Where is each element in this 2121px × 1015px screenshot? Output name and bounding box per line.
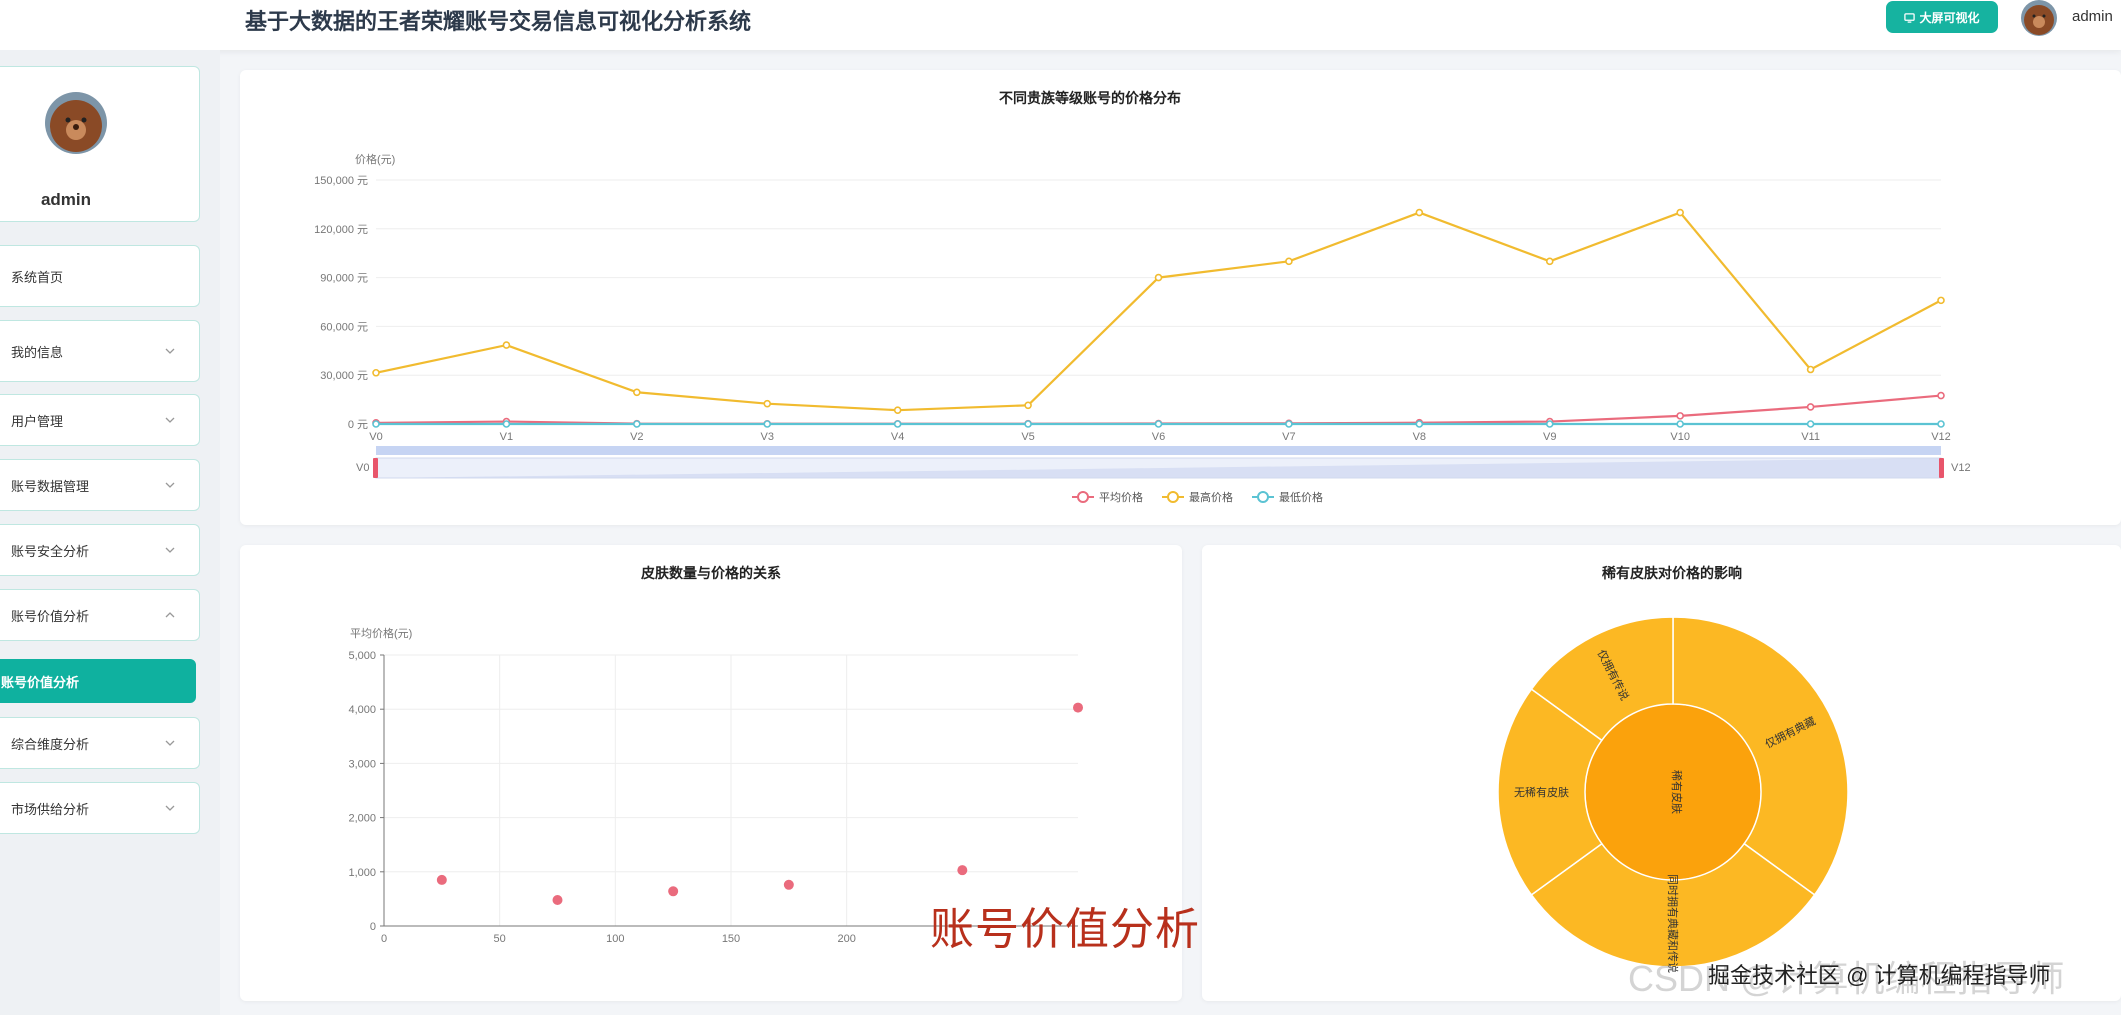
chevron-up-icon xyxy=(165,612,175,618)
sidebar-item-label: 系统首页 xyxy=(11,269,64,285)
sidebar-item-comprehensive[interactable]: 综合维度分析 xyxy=(0,717,200,769)
sidebar-item-label: 用户管理 xyxy=(11,413,64,429)
sidebar: admin 系统首页 我的信息 用户管理 账号数据管理 账号安全分析 账号价值分… xyxy=(0,50,220,1015)
app-title: 基于大数据的王者荣耀账号交易信息可视化分析系统 xyxy=(245,9,752,34)
chevron-down-icon xyxy=(165,805,175,811)
sidebar-item-account-value[interactable]: 账号价值分析 xyxy=(0,589,200,641)
big-screen-label: 大屏可视化 xyxy=(1919,10,1980,25)
sidebar-item-label: 账号价值分析 xyxy=(1,674,80,690)
chevron-down-icon xyxy=(165,740,175,746)
chart-title: 皮肤数量与价格的关系 xyxy=(641,565,781,581)
sidebar-item-user-management[interactable]: 用户管理 xyxy=(0,394,200,446)
overlay-caption: 账号价值分析 xyxy=(930,905,1200,954)
sidebar-item-market-supply[interactable]: 市场供给分析 xyxy=(0,782,200,834)
sidebar-item-label: 账号数据管理 xyxy=(11,478,90,494)
screen-icon xyxy=(1904,12,1916,23)
chevron-down-icon xyxy=(165,417,175,423)
sidebar-item-label: 账号价值分析 xyxy=(11,608,90,624)
profile-card: admin xyxy=(0,66,200,222)
sidebar-item-label: 账号安全分析 xyxy=(11,543,90,559)
line-chart-card: 不同贵族等级账号的价格分布 xyxy=(240,70,2121,525)
chevron-down-icon xyxy=(165,547,175,553)
big-screen-button[interactable]: 大屏可视化 xyxy=(1886,1,1998,33)
top-header: 基于大数据的王者荣耀账号交易信息可视化分析系统 大屏可视化 admin xyxy=(0,0,2121,50)
sidebar-item-account-security[interactable]: 账号安全分析 xyxy=(0,524,200,576)
sidebar-item-label: 我的信息 xyxy=(11,344,64,360)
header-username[interactable]: admin xyxy=(2072,8,2113,25)
watermark-text: 掘金技术社区 @ 计算机编程指导师 xyxy=(1708,963,2051,988)
sidebar-subitem-account-value-analysis[interactable]: 账号价值分析 xyxy=(0,659,196,703)
chart-title: 不同贵族等级账号的价格分布 xyxy=(999,90,1181,106)
bear-avatar-icon xyxy=(45,92,107,154)
sidebar-item-my-info[interactable]: 我的信息 xyxy=(0,320,200,382)
sunburst-chart-card: 稀有皮肤对价格的影响 xyxy=(1202,545,2121,1001)
chart-title: 稀有皮肤对价格的影响 xyxy=(1602,565,1742,581)
chevron-down-icon xyxy=(165,348,175,354)
profile-avatar xyxy=(45,92,107,154)
avatar[interactable] xyxy=(2021,0,2057,36)
sidebar-item-account-data[interactable]: 账号数据管理 xyxy=(0,459,200,511)
sidebar-item-label: 综合维度分析 xyxy=(11,736,90,752)
profile-name: admin xyxy=(40,190,92,209)
sidebar-item-label: 市场供给分析 xyxy=(11,801,90,817)
sidebar-item-home[interactable]: 系统首页 xyxy=(0,245,200,307)
chevron-down-icon xyxy=(165,482,175,488)
bear-avatar-icon xyxy=(2021,0,2057,36)
